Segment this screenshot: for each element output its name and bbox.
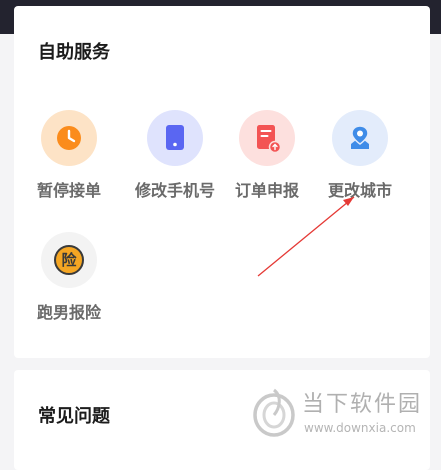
document-icon bbox=[239, 110, 295, 166]
service-label: 更改城市 bbox=[327, 181, 392, 200]
service-label: 暂停接单 bbox=[36, 181, 101, 200]
watermark-url: www.downxia.com bbox=[304, 421, 416, 435]
phone-icon bbox=[147, 110, 203, 166]
self-service-title: 自助服务 bbox=[38, 42, 110, 63]
faq-title: 常见问题 bbox=[38, 406, 110, 427]
clock-icon bbox=[41, 110, 97, 166]
insurance-icon: 险 bbox=[41, 232, 97, 288]
watermark-logo-icon bbox=[253, 388, 295, 437]
service-change-city[interactable]: 更改城市 bbox=[305, 110, 415, 210]
service-pause-orders[interactable]: 暂停接单 bbox=[14, 110, 124, 210]
self-service-card: 自助服务 暂停接单 修改手机号 订单申报 更改城市 险 跑男报险 bbox=[14, 6, 430, 358]
location-icon bbox=[332, 110, 388, 166]
watermark-brand: 当下软件园 bbox=[302, 392, 423, 417]
insurance-badge-text: 险 bbox=[61, 251, 77, 269]
service-insurance-report[interactable]: 险 跑男报险 bbox=[14, 232, 124, 332]
service-label: 跑男报险 bbox=[36, 303, 101, 322]
watermark: 当下软件园 www.downxia.com bbox=[252, 388, 432, 448]
